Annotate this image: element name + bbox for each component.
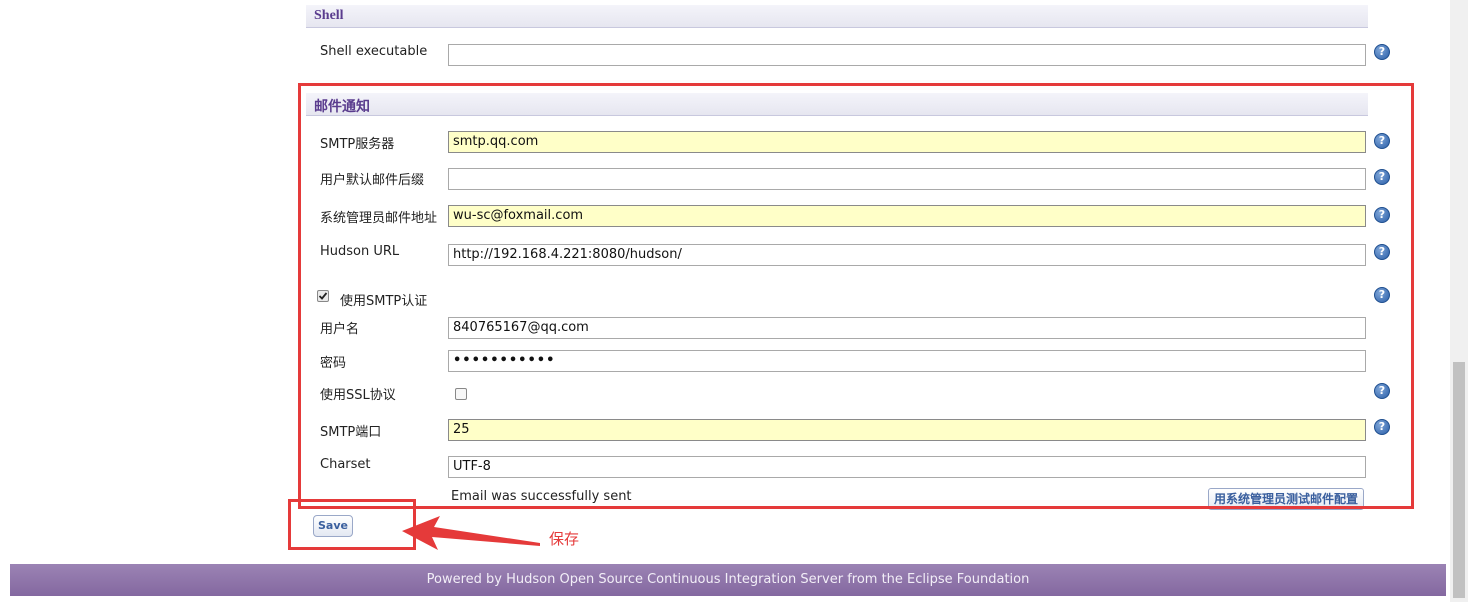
shell-executable-input[interactable] [448,44,1366,66]
scrollbar-thumb[interactable] [1453,362,1465,598]
save-highlight-box [288,499,416,550]
scrollbar-track[interactable] [1450,0,1468,602]
shell-section-title: Shell [314,8,344,23]
shell-executable-label: Shell executable [320,44,428,59]
annotation-label: 保存 [549,530,580,548]
shell-executable-help-icon[interactable]: ? [1374,44,1390,60]
shell-section-header: Shell [306,5,1368,28]
annotation-arrow-icon [402,516,540,550]
footer-bar: Powered by Hudson Open Source Continuous… [10,564,1446,596]
mail-config-highlight-box [298,83,1414,509]
footer-text: Powered by Hudson Open Source Continuous… [426,572,1030,587]
